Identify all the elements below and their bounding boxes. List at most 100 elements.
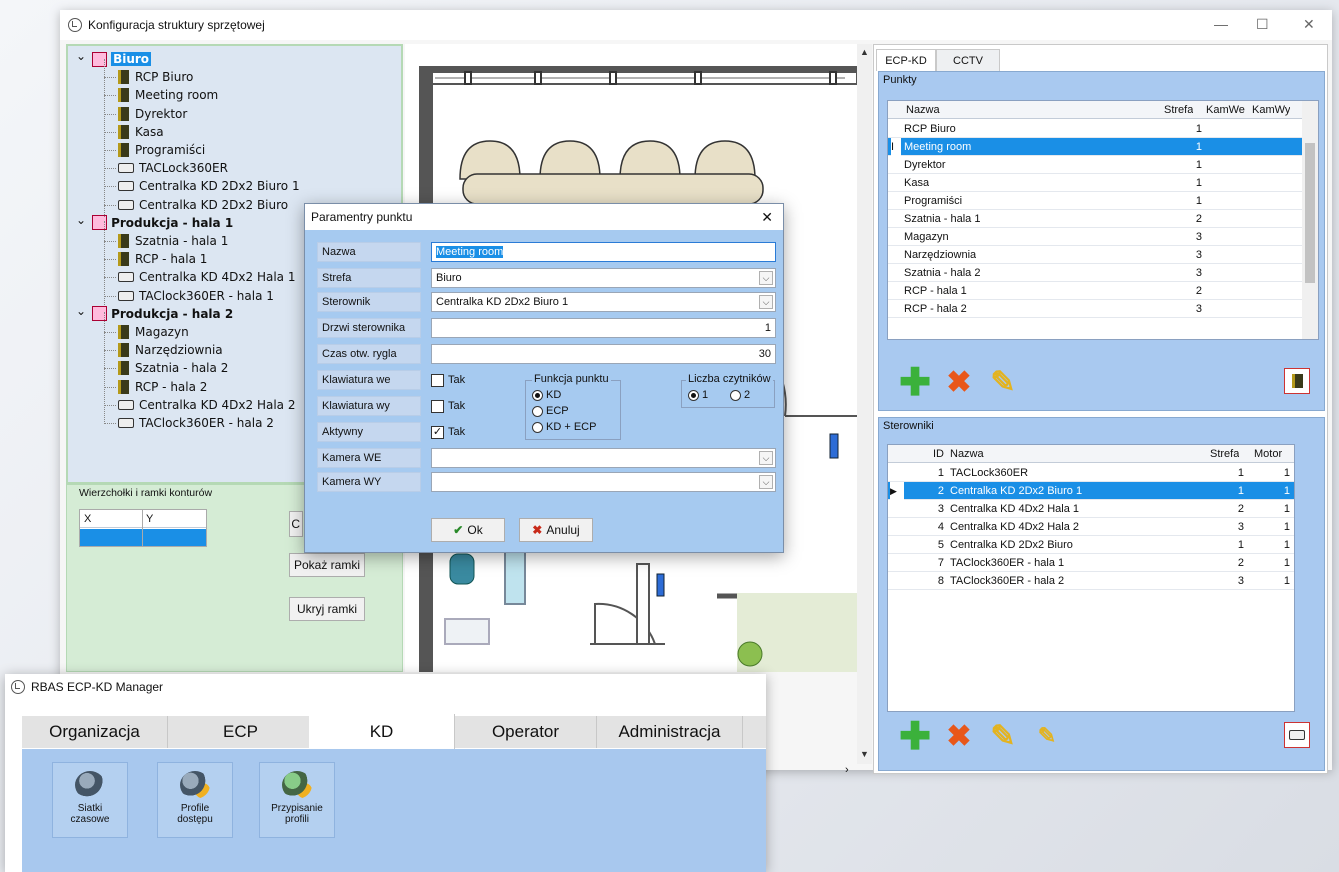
cancel-button[interactable]: ✖ Anuluj (519, 518, 593, 542)
chevron-down-icon[interactable]: ⌵ (759, 295, 773, 309)
tree-node[interactable]: RCP Biuro (118, 68, 193, 86)
tree-node[interactable]: TACLock360ER (118, 159, 228, 177)
tree-node[interactable]: Centralka KD 2Dx2 Biuro (118, 196, 288, 214)
tree-node[interactable]: Centralka KD 4Dx2 Hala 1 (118, 268, 295, 286)
col-strefa[interactable]: Strefa (1164, 101, 1193, 119)
controller-row[interactable]: 8 TAClock360ER - hala 2 3 1 (888, 572, 1294, 590)
tab-ecp-kd[interactable]: ECP-KD (876, 49, 936, 71)
controller-row[interactable]: 3 Centralka KD 4Dx2 Hala 1 2 1 (888, 500, 1294, 518)
tree-node[interactable]: Szatnia - hala 1 (118, 232, 228, 250)
points-grid[interactable]: Nazwa Strefa KamWe KamWy RCP Biuro 1 I Meet… (887, 100, 1319, 340)
aktywny-checkbox[interactable]: ✓ (431, 426, 444, 439)
tab-operator[interactable]: Operator (455, 716, 597, 748)
tree-node[interactable]: Dyrektor (118, 105, 187, 123)
delete-controller-button[interactable]: ✖ (941, 718, 977, 754)
tree-node[interactable]: RCP - hala 2 (118, 378, 207, 396)
klaw-we-checkbox[interactable] (431, 374, 444, 387)
drzwi-input[interactable]: 1 (431, 318, 776, 338)
points-row[interactable]: RCP Biuro 1 (888, 120, 1302, 138)
tree-node[interactable]: Kasa (118, 123, 164, 141)
points-row[interactable]: I Meeting room 1 (888, 138, 1302, 156)
add-point-button[interactable]: ✚ (897, 362, 933, 404)
col-motor[interactable]: Motor (1254, 445, 1282, 463)
tree-node[interactable]: ⌄ Produkcja - hala 2 (76, 304, 233, 323)
points-row[interactable]: Szatnia - hala 2 3 (888, 264, 1302, 282)
dialog-close-button[interactable]: ✕ (761, 204, 773, 230)
tree-node[interactable]: Centralka KD 2Dx2 Biuro 1 (118, 177, 300, 195)
delete-point-button[interactable]: ✖ (941, 364, 977, 400)
tab-administracja[interactable]: Administracja (597, 716, 743, 748)
scroll-down-icon[interactable]: ▼ (860, 749, 869, 759)
expand-icon[interactable]: ⌄ (76, 49, 86, 63)
nazwa-input[interactable]: Meeting room (431, 242, 776, 262)
edit-controller-button[interactable]: ✎ (985, 718, 1021, 754)
floor-plan-scrollbar[interactable]: ▲ ▼ (857, 44, 872, 764)
controller-row[interactable]: 5 Centralka KD 2Dx2 Biuro 1 1 (888, 536, 1294, 554)
tree-node[interactable]: RCP - hala 1 (118, 250, 207, 268)
show-frames-button[interactable]: Pokaż ramki (289, 553, 365, 577)
points-row[interactable]: RCP - hala 2 3 (888, 300, 1302, 318)
tree-node[interactable]: ⌄ Biuro (76, 49, 152, 68)
kamera-wy-select[interactable]: ⌵ (431, 472, 776, 492)
contours-c-button[interactable]: C (289, 511, 303, 537)
points-row[interactable]: RCP - hala 1 2 (888, 282, 1302, 300)
contours-row[interactable] (80, 529, 206, 546)
controller-row[interactable]: 1 TACLock360ER 1 1 (888, 464, 1294, 482)
tree-node[interactable]: TAClock360ER - hala 1 (118, 287, 274, 305)
col-kamwe[interactable]: KamWe (1206, 101, 1245, 119)
points-row[interactable]: Narzędziownia 3 (888, 246, 1302, 264)
points-row[interactable]: Magazyn 3 (888, 228, 1302, 246)
chevron-down-icon[interactable]: ⌵ (759, 451, 773, 465)
tree-node[interactable]: Magazyn (118, 323, 189, 341)
edit-point-button[interactable]: ✎ (985, 364, 1021, 400)
controllers-grid[interactable]: ID Nazwa Strefa Motor 1 TACLock360ER 1 1 ▶ 2 C… (887, 444, 1295, 712)
points-row[interactable]: Dyrektor 1 (888, 156, 1302, 174)
funkcja-ecp-radio[interactable]: ECP (532, 405, 569, 417)
chevron-down-icon[interactable]: ⌵ (759, 271, 773, 285)
tree-node[interactable]: Programiści (118, 141, 205, 159)
contours-grid[interactable]: X Y (79, 509, 207, 547)
tree-node[interactable]: TAClock360ER - hala 2 (118, 414, 274, 432)
col-st-strefa[interactable]: Strefa (1210, 445, 1239, 463)
points-row[interactable]: Szatnia - hala 1 2 (888, 210, 1302, 228)
tree-node[interactable]: Centralka KD 4Dx2 Hala 2 (118, 396, 295, 414)
points-row[interactable]: Programiści 1 (888, 192, 1302, 210)
add-controller-button[interactable]: ✚ (897, 716, 933, 758)
czytniki-1-radio[interactable]: 1 (688, 389, 708, 401)
funkcja-kdecp-radio[interactable]: KD + ECP (532, 421, 596, 433)
sterownik-select[interactable]: Centralka KD 2Dx2 Biuro 1 ⌵ (431, 292, 776, 312)
czas-input[interactable]: 30 (431, 344, 776, 364)
funkcja-kd-radio[interactable]: KD (532, 389, 561, 401)
col-kamwy[interactable]: KamWy (1252, 101, 1290, 119)
expand-icon[interactable]: ⌄ (76, 304, 86, 318)
tab-cctv[interactable]: CCTV (936, 49, 1000, 71)
tree-node[interactable]: Szatnia - hala 2 (118, 359, 228, 377)
assign-controller-icon[interactable]: ✎ (1029, 718, 1065, 754)
strefa-select[interactable]: Biuro ⌵ (431, 268, 776, 288)
points-scrollbar[interactable] (1302, 101, 1318, 339)
tree-node[interactable]: ⌄ Produkcja - hala 1 (76, 213, 233, 232)
col-nazwa[interactable]: Nazwa (906, 101, 940, 119)
klaw-wy-checkbox[interactable] (431, 400, 444, 413)
tab-kd[interactable]: KD (309, 714, 455, 749)
close-button[interactable]: ✕ (1303, 16, 1315, 33)
ok-button[interactable]: ✔ Ok (431, 518, 505, 542)
minimize-button[interactable]: — (1214, 16, 1228, 32)
chevron-down-icon[interactable]: ⌵ (759, 475, 773, 489)
maximize-button[interactable]: ☐ (1256, 16, 1269, 33)
controller-row[interactable]: ▶ 2 Centralka KD 2Dx2 Biuro 1 1 1 (888, 482, 1294, 500)
col-st-nazwa[interactable]: Nazwa (950, 445, 984, 463)
controller-row[interactable]: 4 Centralka KD 4Dx2 Hala 2 3 1 (888, 518, 1294, 536)
tree-node[interactable]: Narzędziownia (118, 341, 223, 359)
door-icon[interactable] (1284, 368, 1310, 394)
controller-device-icon[interactable] (1284, 722, 1310, 748)
siatki-czasowe-button[interactable]: Siatki czasowe (52, 762, 128, 838)
hscroll-right-icon[interactable]: › (845, 764, 849, 776)
hide-frames-button[interactable]: Ukryj ramki (289, 597, 365, 621)
kamera-we-select[interactable]: ⌵ (431, 448, 776, 468)
controller-row[interactable]: 7 TAClock360ER - hala 1 2 1 (888, 554, 1294, 572)
tree-node[interactable]: Meeting room (118, 86, 218, 104)
czytniki-2-radio[interactable]: 2 (730, 389, 750, 401)
scroll-up-icon[interactable]: ▲ (860, 47, 869, 57)
col-id[interactable]: ID (933, 445, 944, 463)
